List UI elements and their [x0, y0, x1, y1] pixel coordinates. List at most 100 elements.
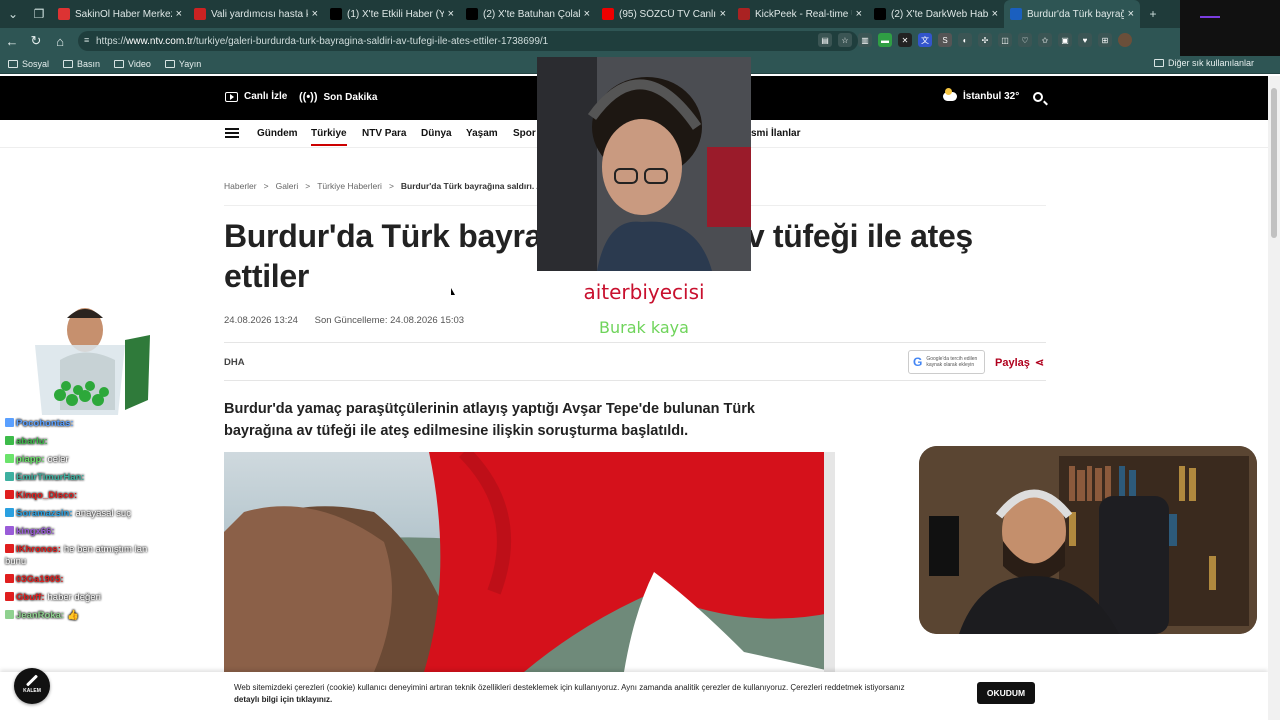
webcam-figure: [537, 57, 751, 271]
bookmark-folder[interactable]: Basın: [63, 59, 100, 69]
favorite-star-icon[interactable]: ☆: [838, 33, 852, 47]
tab-dunya[interactable]: Dünya: [421, 128, 452, 139]
article-dates: 24.08.2026 13:24 Son Güncelleme: 24.08.2…: [224, 315, 478, 326]
profile-avatar[interactable]: [1118, 33, 1132, 47]
translate-icon[interactable]: 文: [918, 33, 932, 47]
live-label: Canlı İzle: [244, 91, 288, 102]
chat-text: 👍: [67, 610, 79, 621]
breaking-news-link[interactable]: ((•)) Son Dakika: [299, 91, 377, 103]
chat-username: IKhronos:: [16, 544, 61, 555]
extension-icon-2[interactable]: ◐: [958, 33, 972, 47]
site-info-icon[interactable]: ≡: [84, 35, 92, 45]
breadcrumb-turkiye-haberleri[interactable]: Türkiye Haberleri: [317, 181, 382, 191]
chat-badge-icon: [5, 472, 14, 481]
tab-spor[interactable]: Spor: [513, 128, 536, 139]
tab-close-icon[interactable]: ×: [312, 8, 318, 20]
extension-icon[interactable]: ▥: [858, 33, 872, 47]
back-icon[interactable]: ←: [0, 28, 24, 54]
breadcrumb-separator: >: [263, 181, 269, 191]
extension-x-icon[interactable]: ✕: [898, 33, 912, 47]
broadcast-icon: ((•)): [299, 91, 318, 103]
weather-widget[interactable]: İstanbul 32°: [943, 88, 1020, 102]
menu-icon[interactable]: [225, 128, 239, 138]
chat-message: JeanRoka: 👍: [5, 610, 165, 622]
bookmark-folder[interactable]: Video: [114, 59, 151, 69]
home-icon[interactable]: ⌂: [48, 28, 72, 54]
site-search-button[interactable]: [1033, 92, 1043, 102]
cookie-accept-button[interactable]: OKUDUM: [977, 682, 1035, 704]
article-hero-image[interactable]: [224, 452, 835, 672]
reload-icon[interactable]: ↻: [24, 28, 48, 54]
tab-close-icon[interactable]: ×: [176, 8, 182, 20]
url-input[interactable]: ≡ https://www.ntv.com.tr/turkiye/galeri-…: [78, 31, 858, 51]
live-watch-link[interactable]: Canlı İzle: [225, 91, 287, 102]
extension-s-icon[interactable]: S: [938, 33, 952, 47]
copilot-icon[interactable]: ♥: [1078, 33, 1092, 47]
browser-essentials-icon[interactable]: ♡: [1018, 33, 1032, 47]
cookie-banner: Web sitemizdeki çerezleri (cookie) kulla…: [0, 672, 1268, 720]
google-icon: G: [913, 355, 923, 369]
tab-ntv-para[interactable]: NTV Para: [362, 128, 406, 139]
tab-close-icon[interactable]: ×: [1128, 8, 1134, 20]
tab-close-icon[interactable]: ×: [992, 8, 998, 20]
cookie-details-link[interactable]: detaylı bilgi için tıklayınız.: [234, 695, 332, 704]
tab-resmi-ilanlar[interactable]: smi İlanlar: [751, 128, 800, 139]
chat-message: Pocohontas:: [5, 418, 165, 430]
breadcrumb-haberler[interactable]: Haberler: [224, 181, 257, 191]
tab-close-icon[interactable]: ×: [856, 8, 862, 20]
tab-yasam[interactable]: Yaşam: [466, 128, 498, 139]
tabs-container: SakinOl Haber Merkezi × Vali yardımcısı ha…: [52, 0, 1140, 28]
pen-tool-button[interactable]: KALEM: [14, 668, 50, 704]
tab-close-icon[interactable]: ×: [584, 8, 590, 20]
extension-green-icon[interactable]: ▬: [878, 33, 892, 47]
weather-label: İstanbul 32°: [963, 91, 1020, 102]
browser-tab[interactable]: Burdur'da Türk bayrağına sa ×: [1004, 0, 1140, 28]
chat-badge-icon: [5, 490, 14, 499]
tab-close-icon[interactable]: ×: [448, 8, 454, 20]
updated-date: Son Güncelleme: 24.08.2026 15:03: [314, 315, 465, 326]
scrollbar-thumb[interactable]: [1271, 88, 1277, 238]
downloads-icon[interactable]: ⊞: [1098, 33, 1112, 47]
workspaces-icon[interactable]: ❐: [26, 0, 52, 28]
extensions-bar: ▤ ☆ ▥ ▬ ✕ 文 S ◐ ✣ ◫ ♡ ✩ ▣ ♥ ⊞: [818, 33, 1132, 47]
browser-tab[interactable]: (1) X'te Etkili Haber (Yeni): " ×: [324, 0, 460, 28]
browser-tab[interactable]: Vali yardımcısı hasta kılığında ×: [188, 0, 324, 28]
collections-icon[interactable]: ▣: [1058, 33, 1072, 47]
google-preferred-source-button[interactable]: G Google'da tercih edilen kaynak olarak …: [908, 350, 985, 374]
browser-tab[interactable]: (95) SÖZCÜ TV Canlı Yayın ×: [596, 0, 732, 28]
tab-search-icon[interactable]: ⌄: [0, 0, 26, 28]
chat-badge-icon: [5, 454, 14, 463]
tab-gundem[interactable]: Gündem: [257, 128, 298, 139]
mouse-cursor: [451, 288, 455, 295]
browser-tab[interactable]: (2) X'te Batuhan Çolak: "PK ×: [460, 0, 596, 28]
new-tab-button[interactable]: +: [1140, 0, 1166, 28]
chat-badge-icon: [5, 544, 14, 553]
split-screen-icon[interactable]: ◫: [998, 33, 1012, 47]
reader-icon[interactable]: ▤: [818, 33, 832, 47]
chat-username: 03Ga1905:: [16, 574, 64, 585]
folder-icon: [164, 59, 175, 68]
breadcrumb-galeri[interactable]: Galeri: [276, 181, 299, 191]
other-favorites-folder[interactable]: Diğer sık kullanılanlar: [1153, 58, 1254, 68]
browser-tab[interactable]: SakinOl Haber Merkezi ×: [52, 0, 188, 28]
chat-message: Soramazsin: anayasal suç: [5, 508, 165, 520]
chat-username: kingx66:: [16, 526, 55, 537]
tab-favicon-icon: [330, 8, 342, 20]
bookmark-folder[interactable]: Sosyal: [8, 59, 49, 69]
bookmark-label: Diğer sık kullanılanlar: [1167, 58, 1254, 68]
browser-tab[interactable]: KickPeek - Real-time URL C ×: [732, 0, 868, 28]
tab-turkiye[interactable]: Türkiye: [311, 128, 347, 146]
article-lead: Burdur'da yamaç paraşütçülerinin atlayış…: [224, 401, 755, 439]
chat-username: abarlu:: [16, 436, 48, 447]
tab-close-icon[interactable]: ×: [720, 8, 726, 20]
page-scrollbar[interactable]: [1268, 76, 1280, 720]
share-button[interactable]: Paylaş ⋖: [995, 356, 1044, 370]
bookmark-folder[interactable]: Yayın: [164, 59, 201, 69]
extensions-puzzle-icon[interactable]: ✣: [978, 33, 992, 47]
favorites-icon[interactable]: ✩: [1038, 33, 1052, 47]
browser-tab[interactable]: (2) X'te DarkWeb Haber: "S ×: [868, 0, 1004, 28]
folder-icon: [63, 59, 74, 68]
breadcrumb-separator: >: [305, 181, 311, 191]
pen-tool-content: KALEM: [23, 673, 41, 694]
breaking-label: Son Dakika: [323, 91, 378, 103]
